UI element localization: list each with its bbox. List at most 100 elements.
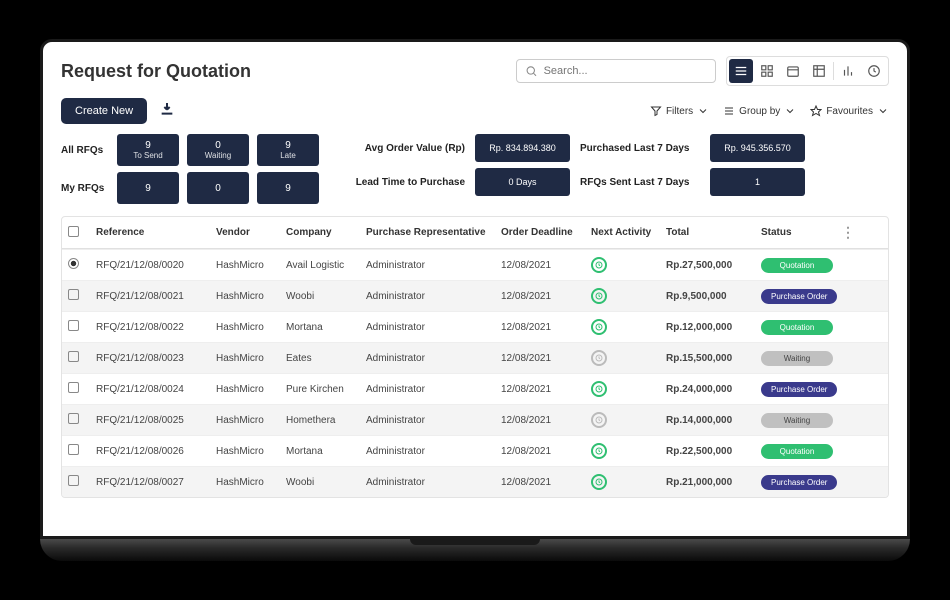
view-list-icon[interactable] xyxy=(729,59,753,83)
cell-vendor: HashMicro xyxy=(216,291,286,302)
cell-total: Rp.21,000,000 xyxy=(666,477,761,488)
download-icon[interactable] xyxy=(159,101,175,122)
metric-waiting[interactable]: 0Waiting xyxy=(187,134,249,166)
cell-vendor: HashMicro xyxy=(216,322,286,333)
filter-icon xyxy=(650,105,662,117)
cell-deadline: 12/08/2021 xyxy=(501,446,591,457)
chevron-down-icon xyxy=(877,105,889,117)
favourites-button[interactable]: Favourites xyxy=(810,105,889,117)
chevron-down-icon xyxy=(784,105,796,117)
search-input-wrap[interactable] xyxy=(516,59,716,83)
table-row[interactable]: RFQ/21/12/08/0027HashMicroWoobiAdministr… xyxy=(62,466,888,497)
cell-company: Pure Kirchen xyxy=(286,384,366,395)
metric-my-waiting[interactable]: 0 xyxy=(187,172,249,204)
col-vendor[interactable]: Vendor xyxy=(216,227,286,238)
metric-late[interactable]: 9Late xyxy=(257,134,319,166)
row-select[interactable] xyxy=(68,444,79,455)
row-select[interactable] xyxy=(68,258,79,269)
activity-icon[interactable] xyxy=(591,443,607,459)
cell-vendor: HashMicro xyxy=(216,353,286,364)
cell-company: Mortana xyxy=(286,322,366,333)
view-graph-icon[interactable] xyxy=(836,59,860,83)
status-badge: Purchase Order xyxy=(761,289,837,304)
cell-reference: RFQ/21/12/08/0025 xyxy=(96,415,216,426)
col-reference[interactable]: Reference xyxy=(96,227,216,238)
activity-icon[interactable] xyxy=(591,474,607,490)
status-badge: Purchase Order xyxy=(761,382,837,397)
groupby-button[interactable]: Group by xyxy=(723,105,796,117)
rfq-table: Reference Vendor Company Purchase Repres… xyxy=(61,216,889,498)
table-row[interactable]: RFQ/21/12/08/0021HashMicroWoobiAdministr… xyxy=(62,280,888,311)
filters-button[interactable]: Filters xyxy=(650,105,709,117)
row-select[interactable] xyxy=(68,351,79,362)
table-row[interactable]: RFQ/21/12/08/0024HashMicroPure KirchenAd… xyxy=(62,373,888,404)
activity-icon[interactable] xyxy=(591,381,607,397)
activity-icon[interactable] xyxy=(591,350,607,366)
row-select[interactable] xyxy=(68,413,79,424)
kpi-sent-7d-value: 1 xyxy=(710,168,805,196)
cell-company: Woobi xyxy=(286,291,366,302)
row-select[interactable] xyxy=(68,382,79,393)
kpi-avg-order-value: Rp. 834.894.380 xyxy=(475,134,570,162)
kpi-sent-7d-label: RFQs Sent Last 7 Days xyxy=(580,177,700,188)
col-rep[interactable]: Purchase Representative xyxy=(366,227,501,238)
row-select[interactable] xyxy=(68,475,79,486)
activity-icon[interactable] xyxy=(591,412,607,428)
page-title: Request for Quotation xyxy=(61,61,251,82)
cell-reference: RFQ/21/12/08/0026 xyxy=(96,446,216,457)
col-activity[interactable]: Next Activity xyxy=(591,227,666,238)
row-select[interactable] xyxy=(68,289,79,300)
cell-vendor: HashMicro xyxy=(216,415,286,426)
cell-company: Avail Logistic xyxy=(286,260,366,271)
column-options-icon[interactable]: ⋮ xyxy=(841,224,856,241)
table-row[interactable]: RFQ/21/12/08/0023HashMicroEatesAdministr… xyxy=(62,342,888,373)
metric-to-send[interactable]: 9To Send xyxy=(117,134,179,166)
table-row[interactable]: RFQ/21/12/08/0026HashMicroMortanaAdminis… xyxy=(62,435,888,466)
kpi-purchased-7d-value: Rp. 945.356.570 xyxy=(710,134,805,162)
col-company[interactable]: Company xyxy=(286,227,366,238)
cell-rep: Administrator xyxy=(366,477,501,488)
row-select[interactable] xyxy=(68,320,79,331)
status-badge: Quotation xyxy=(761,258,833,273)
cell-company: Woobi xyxy=(286,477,366,488)
cell-deadline: 12/08/2021 xyxy=(501,477,591,488)
table-row[interactable]: RFQ/21/12/08/0022HashMicroMortanaAdminis… xyxy=(62,311,888,342)
cell-vendor: HashMicro xyxy=(216,446,286,457)
kpi-purchased-7d-label: Purchased Last 7 Days xyxy=(580,143,700,154)
cell-reference: RFQ/21/12/08/0027 xyxy=(96,477,216,488)
cell-rep: Administrator xyxy=(366,353,501,364)
table-row[interactable]: RFQ/21/12/08/0025HashMicroHometheraAdmin… xyxy=(62,404,888,435)
cell-total: Rp.9,500,000 xyxy=(666,291,761,302)
view-activity-icon[interactable] xyxy=(862,59,886,83)
activity-icon[interactable] xyxy=(591,288,607,304)
view-kanban-icon[interactable] xyxy=(755,59,779,83)
cell-company: Homethera xyxy=(286,415,366,426)
metric-my-late[interactable]: 9 xyxy=(257,172,319,204)
cell-company: Mortana xyxy=(286,446,366,457)
cell-deadline: 12/08/2021 xyxy=(501,291,591,302)
activity-icon[interactable] xyxy=(591,319,607,335)
cell-reference: RFQ/21/12/08/0022 xyxy=(96,322,216,333)
view-pivot-icon[interactable] xyxy=(807,59,831,83)
cell-deadline: 12/08/2021 xyxy=(501,384,591,395)
status-badge: Waiting xyxy=(761,413,833,428)
divider xyxy=(833,62,834,80)
create-new-button[interactable]: Create New xyxy=(61,98,147,124)
cell-total: Rp.12,000,000 xyxy=(666,322,761,333)
cell-vendor: HashMicro xyxy=(216,384,286,395)
metric-my-to-send[interactable]: 9 xyxy=(117,172,179,204)
select-all-checkbox[interactable] xyxy=(68,226,79,237)
cell-reference: RFQ/21/12/08/0020 xyxy=(96,260,216,271)
cell-deadline: 12/08/2021 xyxy=(501,353,591,364)
table-row[interactable]: RFQ/21/12/08/0020HashMicroAvail Logistic… xyxy=(62,249,888,280)
activity-icon[interactable] xyxy=(591,257,607,273)
col-status[interactable]: Status xyxy=(761,227,841,238)
col-deadline[interactable]: Order Deadline xyxy=(501,227,591,238)
col-total[interactable]: Total xyxy=(666,227,761,238)
search-input[interactable] xyxy=(544,65,707,77)
cell-company: Eates xyxy=(286,353,366,364)
my-rfqs-label: My RFQs xyxy=(61,183,109,194)
cell-total: Rp.24,000,000 xyxy=(666,384,761,395)
laptop-base xyxy=(40,539,910,561)
view-calendar-icon[interactable] xyxy=(781,59,805,83)
